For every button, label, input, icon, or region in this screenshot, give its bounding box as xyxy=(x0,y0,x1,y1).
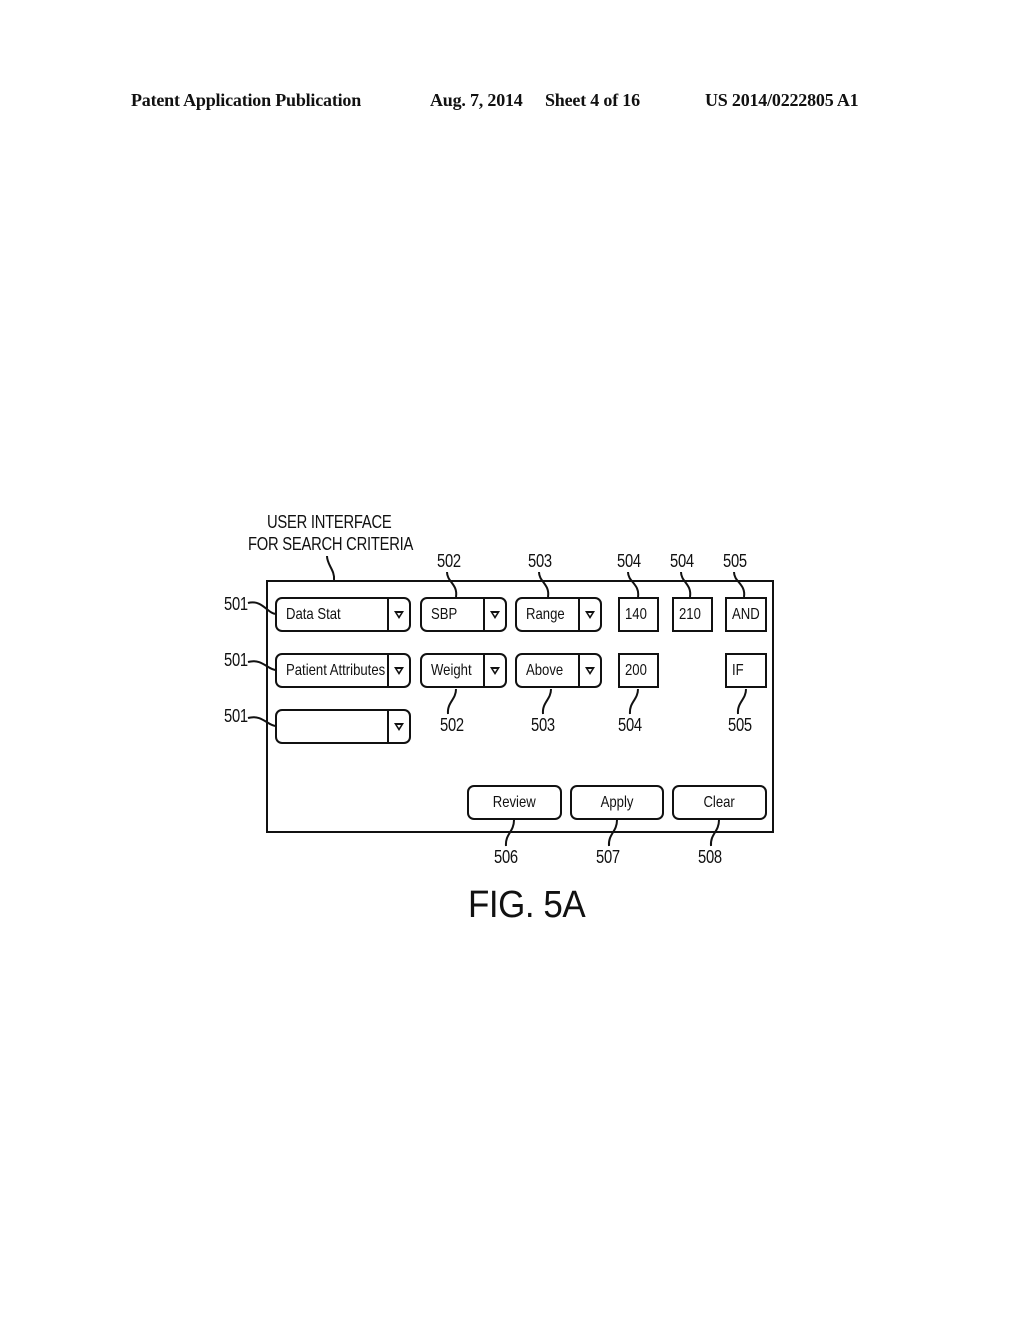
dropdown-toggle[interactable] xyxy=(387,655,409,686)
logic-text: IF xyxy=(732,662,744,679)
triangle-down-icon xyxy=(585,666,595,675)
review-label: Review xyxy=(492,793,537,811)
apply-label: Apply xyxy=(600,793,634,811)
logic-operator-field[interactable]: AND xyxy=(725,597,767,632)
category-dropdown[interactable]: Patient Attributes xyxy=(275,653,411,688)
ref-504: 504 xyxy=(670,551,694,571)
value-input-min[interactable]: 200 xyxy=(618,653,659,688)
category-dropdown[interactable]: Data Stat xyxy=(275,597,411,632)
ref-501: 501 xyxy=(224,594,248,614)
ref-504: 504 xyxy=(617,551,641,571)
figure-title-line1: USER INTERFACE xyxy=(267,512,392,532)
category-value: Data Stat xyxy=(286,606,341,623)
ref-505: 505 xyxy=(723,551,747,571)
figure-title-line2: FOR SEARCH CRITERIA xyxy=(248,534,414,554)
logic-operator-field[interactable]: IF xyxy=(725,653,767,688)
ref-503: 503 xyxy=(528,551,552,571)
operator-dropdown[interactable]: Range xyxy=(515,597,602,632)
triangle-down-icon xyxy=(490,610,500,619)
publication-date: Aug. 7, 2014 xyxy=(430,90,523,110)
ref-506: 506 xyxy=(494,847,518,867)
dropdown-toggle[interactable] xyxy=(387,599,409,630)
dropdown-toggle[interactable] xyxy=(578,655,600,686)
dropdown-toggle[interactable] xyxy=(483,599,505,630)
apply-button[interactable]: Apply xyxy=(570,785,664,820)
value-text: 200 xyxy=(625,662,647,679)
triangle-down-icon xyxy=(394,722,404,731)
dropdown-toggle[interactable] xyxy=(483,655,505,686)
operator-value: Above xyxy=(526,662,564,679)
dropdown-toggle[interactable] xyxy=(387,711,409,742)
dropdown-toggle[interactable] xyxy=(578,599,600,630)
logic-text: AND xyxy=(732,606,760,623)
value-input-min[interactable]: 140 xyxy=(618,597,659,632)
value-text: 140 xyxy=(625,606,647,623)
patent-number: US 2014/0222805 A1 xyxy=(705,90,859,110)
triangle-down-icon xyxy=(585,610,595,619)
figure-caption: FIG. 5A xyxy=(468,884,586,926)
triangle-down-icon xyxy=(490,666,500,675)
triangle-down-icon xyxy=(394,610,404,619)
value-text: 210 xyxy=(679,606,701,623)
operator-dropdown[interactable]: Above xyxy=(515,653,602,688)
category-dropdown[interactable] xyxy=(275,709,411,744)
ref-507: 507 xyxy=(596,847,620,867)
clear-label: Clear xyxy=(703,793,736,811)
leader-title xyxy=(326,555,336,581)
publication-type: Patent Application Publication xyxy=(131,90,362,110)
operator-value: Range xyxy=(526,606,565,623)
review-button[interactable]: Review xyxy=(467,785,562,820)
ref-508: 508 xyxy=(698,847,722,867)
parameter-value: Weight xyxy=(431,662,472,679)
ref-501: 501 xyxy=(224,650,248,670)
parameter-dropdown[interactable]: SBP xyxy=(420,597,507,632)
ref-501: 501 xyxy=(224,706,248,726)
ref-502: 502 xyxy=(437,551,461,571)
triangle-down-icon xyxy=(394,666,404,675)
value-input-max[interactable]: 210 xyxy=(672,597,713,632)
parameter-value: SBP xyxy=(431,606,458,623)
parameter-dropdown[interactable]: Weight xyxy=(420,653,507,688)
category-value: Patient Attributes xyxy=(286,662,386,679)
clear-button[interactable]: Clear xyxy=(672,785,767,820)
sheet-number: Sheet 4 of 16 xyxy=(545,90,640,110)
